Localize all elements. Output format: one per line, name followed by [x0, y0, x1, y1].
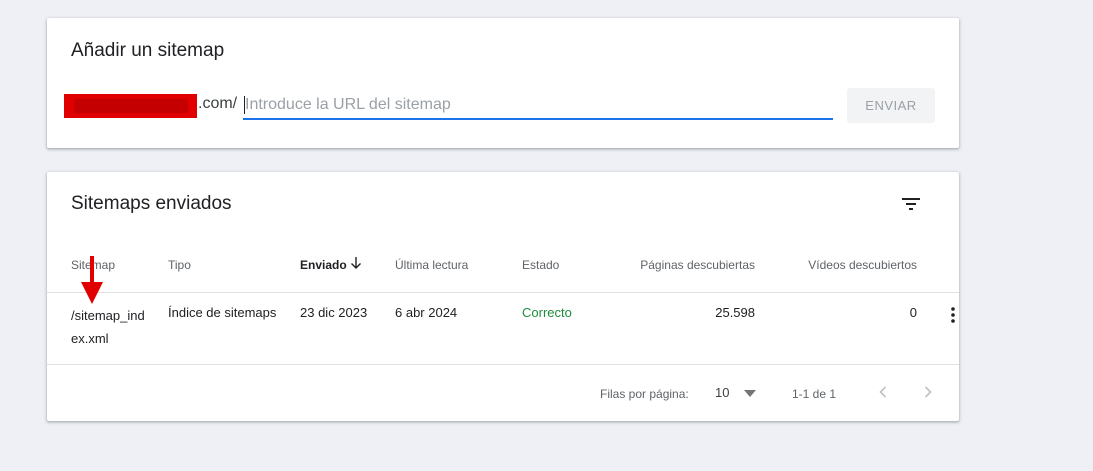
arrow-down-icon[interactable] — [348, 255, 364, 271]
submit-button[interactable]: ENVIAR — [847, 88, 935, 123]
add-sitemap-title: Añadir un sitemap — [71, 40, 225, 61]
filter-list-icon[interactable] — [899, 192, 923, 216]
column-header-last-read[interactable]: Última lectura — [395, 258, 468, 272]
chevron-right-icon[interactable] — [921, 384, 935, 400]
cell-type: Índice de sitemaps — [168, 305, 277, 320]
cell-sitemap[interactable]: /sitemap_index.xml — [71, 304, 145, 350]
sitemap-url-input[interactable] — [243, 92, 833, 120]
column-header-submitted[interactable]: Enviado — [300, 258, 347, 272]
rows-per-page-select[interactable]: 10 — [715, 385, 729, 400]
column-header-type[interactable]: Tipo — [168, 258, 191, 272]
row-divider — [47, 364, 959, 365]
annotation-arrow-icon — [81, 256, 103, 304]
cell-submitted: 23 dic 2023 — [300, 305, 368, 320]
pagination-range: 1-1 de 1 — [792, 387, 837, 401]
dropdown-arrow-icon[interactable] — [744, 390, 756, 397]
header-divider — [47, 292, 959, 293]
submitted-sitemaps-title: Sitemaps enviados — [71, 193, 232, 214]
add-sitemap-card: Añadir un sitemap .com/ ENVIAR — [47, 18, 959, 148]
domain-suffix: .com/ — [198, 95, 238, 112]
chevron-left-icon[interactable] — [876, 384, 890, 400]
cell-last-read: 6 abr 2024 — [395, 305, 458, 320]
text-caret — [244, 96, 245, 114]
rows-per-page-label: Filas por página: — [600, 387, 689, 401]
column-header-status[interactable]: Estado — [522, 258, 559, 272]
submitted-sitemaps-card: Sitemaps enviados Sitemap Tipo Enviado Ú… — [47, 172, 959, 421]
cell-videos: 0 — [909, 305, 917, 320]
column-header-pages[interactable]: Páginas descubiertas — [607, 258, 755, 272]
column-header-videos[interactable]: Vídeos descubiertos — [777, 258, 917, 272]
cell-pages: 25.598 — [715, 305, 755, 320]
redacted-domain — [64, 94, 197, 118]
more-vert-icon[interactable] — [945, 306, 961, 324]
cell-status: Correcto — [522, 305, 572, 320]
